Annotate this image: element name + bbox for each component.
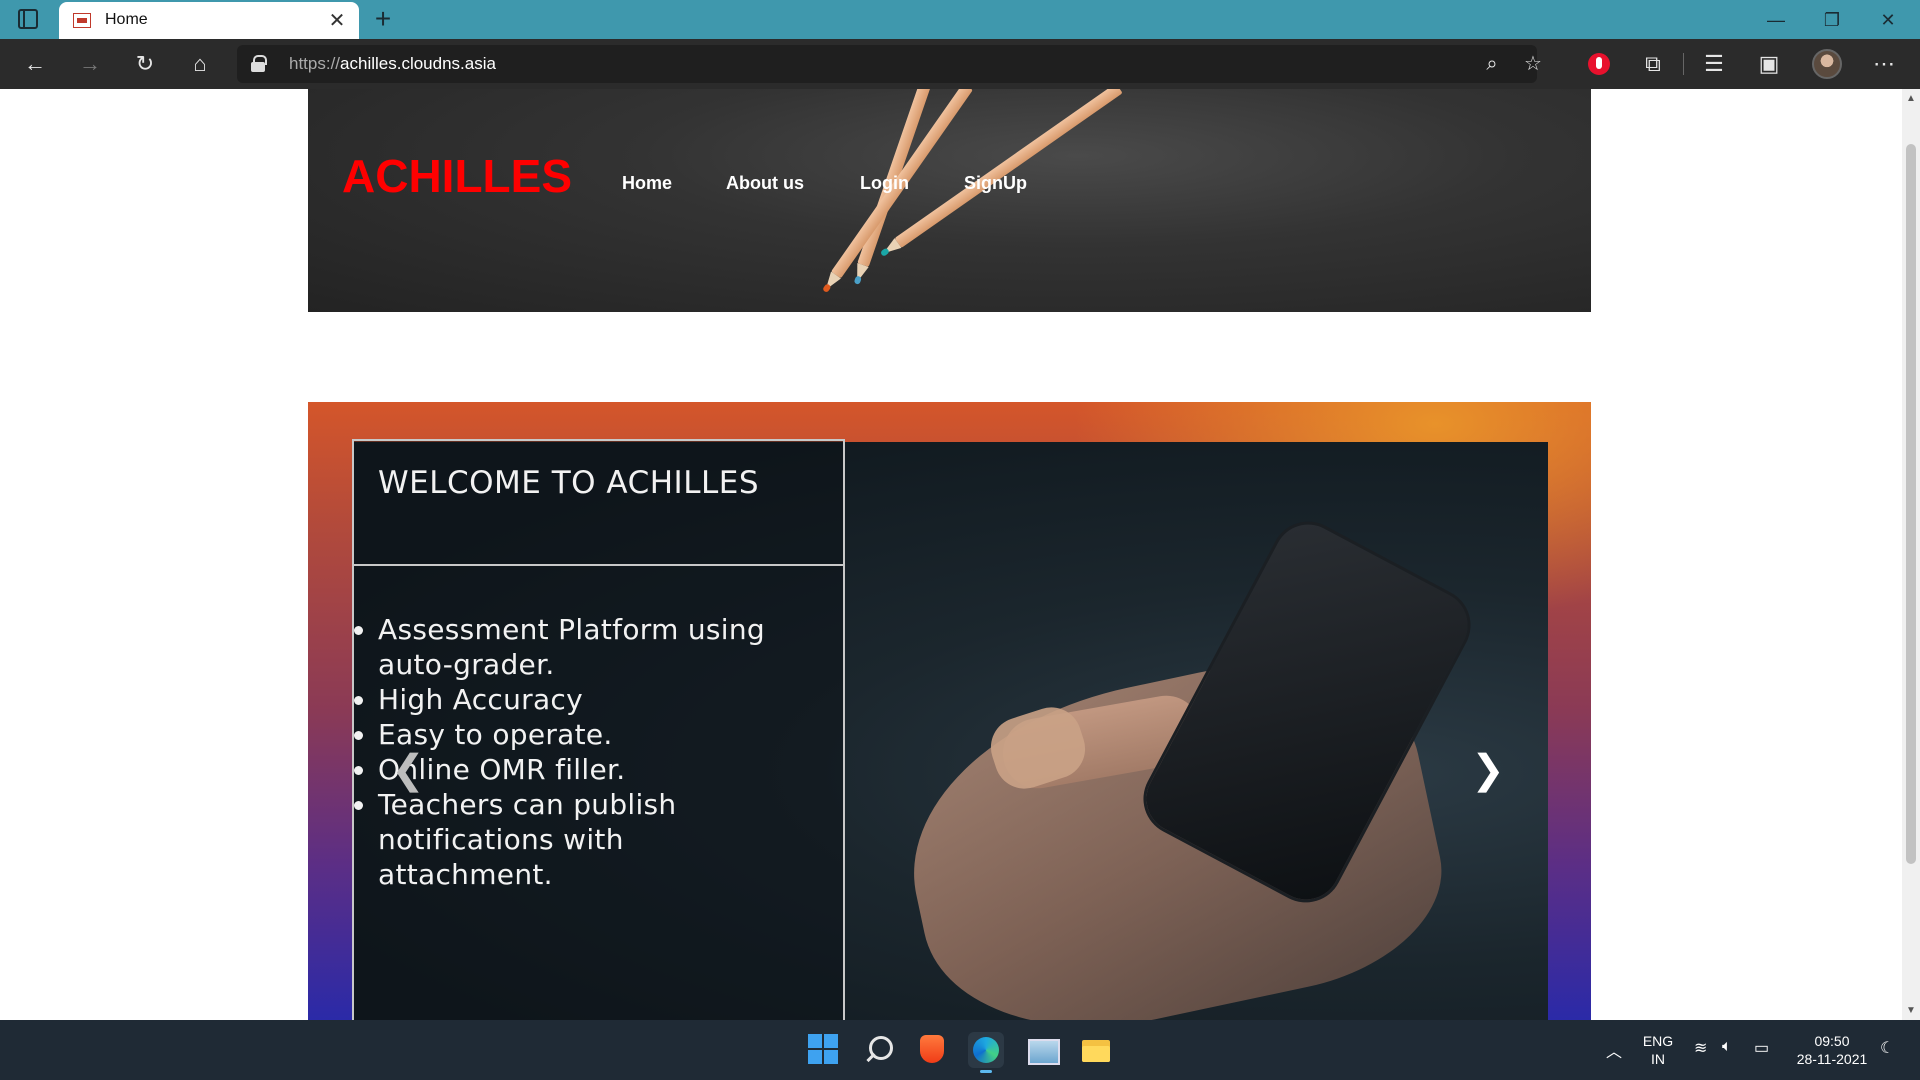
photos-icon[interactable] <box>1024 1032 1060 1068</box>
zoom-icon[interactable]: ⌕ <box>1475 47 1509 81</box>
feature-item: Easy to operate. <box>354 717 778 752</box>
clock-date: 28-11-2021 <box>1796 1051 1868 1067</box>
pencil-decoration <box>879 89 1123 257</box>
site-header: ACHILLES Home About us Login SignUp <box>308 89 1591 312</box>
window-close-icon[interactable]: ✕ <box>1866 5 1910 35</box>
url-text[interactable]: https://achilles.cloudns.asia <box>289 54 496 74</box>
back-icon[interactable]: ← <box>18 47 52 81</box>
feature-item: Online OMR filler. <box>354 752 778 787</box>
browser-title-bar: Home ✕ + — ❐ ✕ <box>0 0 1920 39</box>
clock[interactable]: 09:50 28-11-2021 <box>1794 1032 1870 1068</box>
panel-divider <box>354 564 843 566</box>
windows-taskbar: ︿ ENG IN ≋ 🔈︎ ▭ 09:50 28-11-2021 ☾ <box>0 1020 1920 1080</box>
url-host: achilles.cloudns.asia <box>340 54 496 73</box>
region-code: IN <box>1651 1051 1665 1067</box>
forward-icon[interactable]: → <box>73 47 107 81</box>
restore-icon[interactable]: ❐ <box>1810 5 1854 35</box>
battery-icon[interactable]: ▭ <box>1754 1038 1769 1058</box>
chevron-left-icon[interactable]: ❮ <box>388 748 428 792</box>
new-tab-icon[interactable]: + <box>368 3 398 35</box>
language-indicator[interactable]: ENG IN <box>1640 1032 1676 1068</box>
site-logo-text[interactable]: ACHILLES <box>342 149 572 203</box>
feature-list: Assessment Platform using auto-grader. H… <box>354 612 778 892</box>
brave-icon[interactable] <box>914 1032 950 1068</box>
minimize-icon[interactable]: — <box>1754 5 1798 35</box>
toolbar-separator <box>1683 53 1684 75</box>
language-code: ENG <box>1642 1033 1674 1049</box>
favorites-icon[interactable]: ☰ <box>1697 47 1731 81</box>
add-favorite-icon[interactable]: ☆ <box>1516 47 1550 81</box>
page-scrollbar[interactable]: ▲ ▼ <box>1902 89 1920 1020</box>
feature-item: Assessment Platform using auto-grader. <box>354 612 778 682</box>
clock-time: 09:50 <box>1814 1033 1850 1049</box>
nav-about-us[interactable]: About us <box>726 173 804 194</box>
file-explorer-icon[interactable] <box>1078 1032 1114 1068</box>
profile-avatar[interactable] <box>1812 49 1842 79</box>
search-icon[interactable] <box>860 1032 896 1068</box>
site-favicon <box>73 13 91 28</box>
home-icon[interactable]: ⌂ <box>183 47 217 81</box>
lock-icon[interactable] <box>251 55 267 72</box>
tab-title: Home <box>105 11 148 28</box>
hero-carousel: WELCOME TO ACHILLES Assessment Platform … <box>308 402 1591 1020</box>
chevron-right-icon[interactable]: ❯ <box>1468 748 1508 792</box>
scrollbar-thumb[interactable] <box>1906 144 1916 864</box>
close-tab-icon[interactable]: ✕ <box>325 8 349 33</box>
edge-icon[interactable] <box>968 1032 1004 1073</box>
nav-login[interactable]: Login <box>860 173 909 194</box>
wifi-icon[interactable]: ≋ <box>1694 1038 1707 1058</box>
feature-item: High Accuracy <box>354 682 778 717</box>
url-scheme: https:// <box>289 54 341 73</box>
browser-toolbar: ← → ↻ ⌂ https://achilles.cloudns.asia ⌕ … <box>0 39 1920 89</box>
scroll-up-icon[interactable]: ▲ <box>1906 93 1916 104</box>
browser-tab-home[interactable]: Home ✕ <box>59 2 359 39</box>
volume-icon[interactable]: 🔈︎ <box>1722 1038 1732 1056</box>
extension-red-icon[interactable] <box>1588 53 1610 75</box>
feature-item: Teachers can publish notifications with … <box>354 787 778 892</box>
more-icon[interactable]: ⋯ <box>1867 47 1901 81</box>
start-icon[interactable] <box>806 1032 842 1068</box>
page-viewport: ACHILLES Home About us Login SignUp WELC… <box>0 89 1920 1020</box>
nav-signup[interactable]: SignUp <box>964 173 1027 194</box>
refresh-icon[interactable]: ↻ <box>128 47 162 81</box>
tab-actions-icon[interactable] <box>18 9 38 29</box>
welcome-title: WELCOME TO ACHILLES <box>378 465 760 501</box>
scroll-down-icon[interactable]: ▼ <box>1906 1005 1916 1016</box>
focus-moon-icon[interactable]: ☾ <box>1880 1038 1894 1058</box>
nav-home[interactable]: Home <box>622 173 672 194</box>
address-bar[interactable]: https://achilles.cloudns.asia ⌕ ☆ <box>237 45 1542 83</box>
collections-icon[interactable]: ▣ <box>1752 47 1786 81</box>
extensions-icon[interactable]: ⧉ <box>1636 47 1670 81</box>
tray-chevron-up-icon[interactable]: ︿ <box>1606 1038 1622 1062</box>
